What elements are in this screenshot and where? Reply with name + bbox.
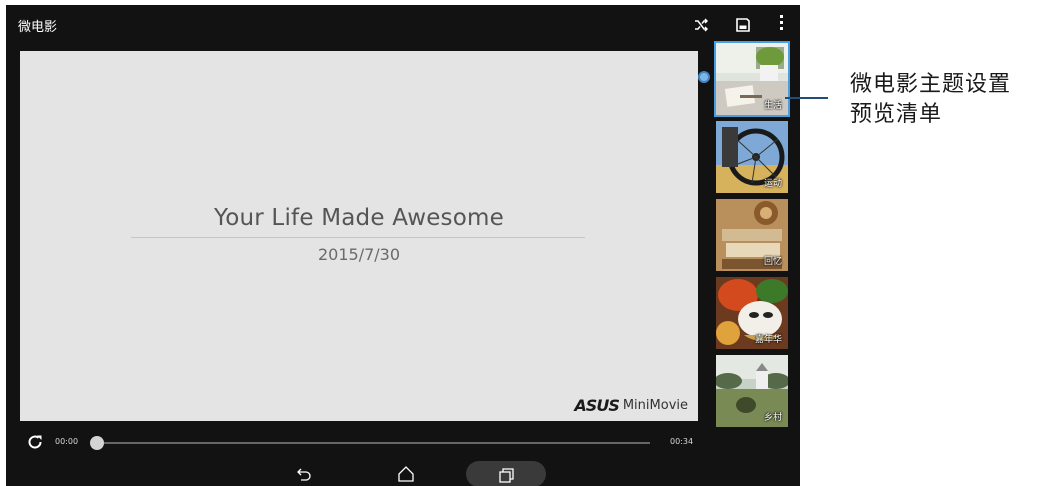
brand-name: MiniMovie: [622, 398, 688, 413]
more-vert-icon[interactable]: [780, 15, 784, 33]
movie-preview[interactable]: Your Life Made Awesome 2015/7/30 ASUS Mi…: [20, 51, 698, 421]
preview-divider: [131, 237, 585, 238]
save-icon[interactable]: [736, 17, 750, 32]
theme-label: 生活: [763, 101, 782, 111]
device-screen: 微电影 Your Life Made Awesome 2015/7/30 ASU…: [6, 5, 800, 486]
callout-line-1: 微电影主题设置: [850, 72, 1012, 97]
theme-item-memories[interactable]: 回忆: [716, 199, 788, 271]
time-total: 00:34: [670, 437, 694, 446]
theme-item-carnival[interactable]: 嘉年华: [716, 277, 788, 349]
preview-title: Your Life Made Awesome: [214, 205, 504, 231]
callout-line-2: 预览清单: [850, 102, 943, 127]
shuffle-icon[interactable]: [694, 17, 709, 32]
selected-theme-indicator: [698, 71, 710, 83]
theme-item-sport[interactable]: 运动: [716, 121, 788, 193]
theme-label: 运动: [763, 179, 782, 189]
theme-label: 回忆: [763, 257, 782, 267]
brand-watermark: ASUS MiniMovie: [574, 396, 688, 415]
time-current: 00:00: [55, 437, 79, 446]
back-icon[interactable]: [294, 464, 314, 484]
system-nav-bar: [6, 460, 800, 486]
callout-text: 微电影主题设置 预览清单: [850, 70, 1050, 130]
preview-date: 2015/7/30: [317, 245, 401, 264]
app-title: 微电影: [18, 20, 58, 35]
player-controls: 00:00 00:34: [6, 431, 706, 457]
theme-item-countryside[interactable]: 乡村: [716, 355, 788, 427]
theme-label: 乡村: [763, 413, 782, 423]
progress-thumb[interactable]: [90, 436, 104, 450]
progress-track[interactable]: [96, 442, 650, 444]
home-icon[interactable]: [396, 464, 416, 484]
theme-item-life[interactable]: 生活: [714, 41, 790, 117]
asus-logo: ASUS: [574, 396, 619, 415]
recent-apps-icon[interactable]: [497, 466, 517, 486]
theme-label: 嘉年华: [754, 335, 782, 345]
replay-icon[interactable]: [26, 433, 44, 451]
callout-line: [785, 97, 828, 99]
